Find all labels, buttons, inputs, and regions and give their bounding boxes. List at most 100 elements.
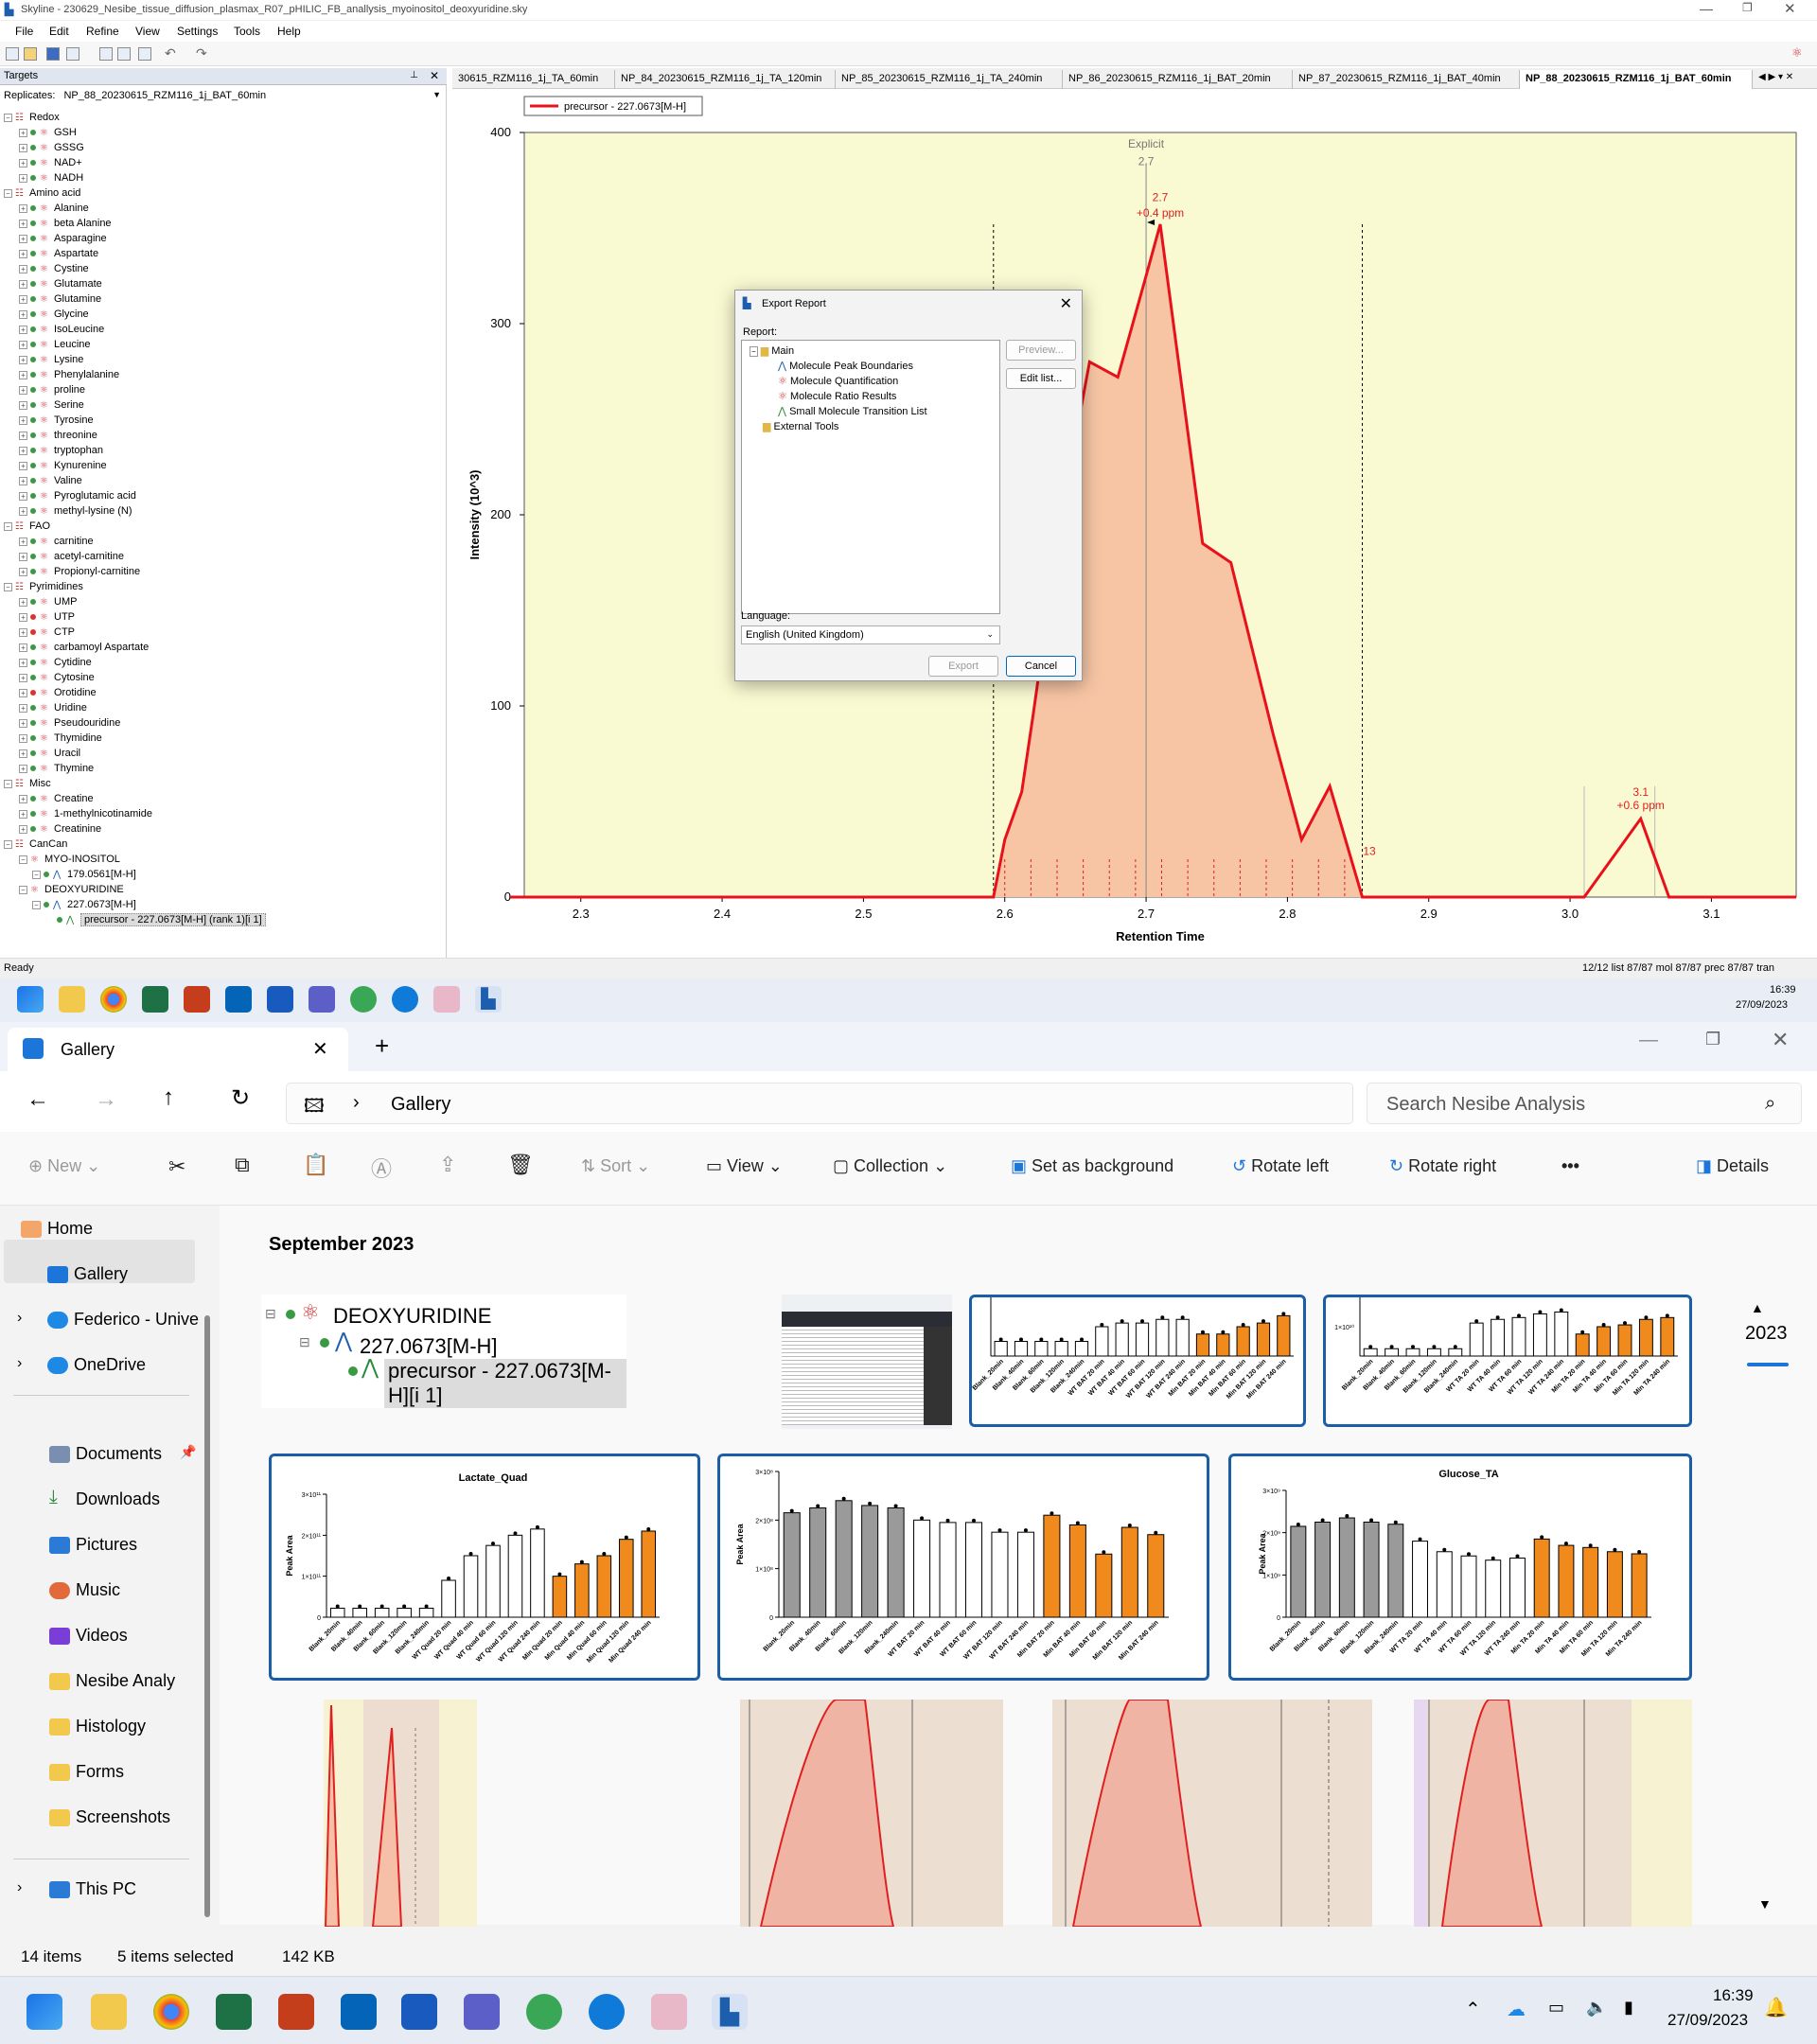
tree-expander-icon[interactable]: + [19,385,27,395]
tree-expander-icon[interactable]: + [19,718,27,728]
menu-help[interactable]: Help [277,25,301,38]
nav-home[interactable]: Home [21,1219,93,1239]
breadcrumb[interactable]: Gallery [391,1094,450,1116]
nav-onedrive[interactable]: OneDrive [47,1355,146,1375]
cut-icon[interactable]: ✂ [168,1154,185,1179]
copy-icon[interactable]: ⧉ [235,1153,250,1177]
tree-expander-icon[interactable]: + [19,400,27,410]
tree-expander-icon[interactable]: − [4,113,12,122]
tree-expander-icon[interactable]: + [19,173,27,183]
tab-replicate-1[interactable]: 30615_RZM116_1j_TA_60min [452,70,615,89]
tree-item[interactable]: − ⋀ 227.0673[M-H] [32,897,136,912]
tree-item[interactable]: + ⚛ proline [19,382,85,397]
tree-expander-icon[interactable]: + [19,431,27,440]
powerpoint-icon[interactable] [184,986,210,1013]
tree-expander-icon[interactable]: + [19,249,27,258]
tree-group[interactable]: − ☷ Amino acid [4,185,80,201]
nav-videos[interactable]: Videos [49,1626,128,1646]
report-item-ratio-results[interactable]: ⚛ Molecule Ratio Results [778,390,896,402]
skyline-taskbar-icon[interactable]: ▙ [712,1994,748,2030]
menu-settings[interactable]: Settings [177,25,218,38]
tree-group[interactable]: − ☷ Misc [4,776,51,791]
tree-expander-icon[interactable]: + [19,128,27,137]
tab-replicate-5[interactable]: NP_87_20230615_RZM116_1j_BAT_40min [1293,70,1520,89]
tree-expander-icon[interactable]: − [4,779,12,788]
address-bar[interactable]: 🖾 › Gallery [286,1083,1353,1124]
tree-item[interactable]: + ⚛ UTP [19,609,75,625]
edge-icon[interactable] [392,986,418,1013]
tree-expander-icon[interactable]: + [19,279,27,289]
tree-expander-icon[interactable]: − [4,188,12,198]
new-tab-button[interactable]: + [375,1031,389,1061]
copy-icon[interactable] [117,47,131,61]
nav-histology[interactable]: Histology [49,1717,146,1736]
tree-expander-icon[interactable]: + [19,415,27,425]
nav-music[interactable]: Music [49,1580,120,1600]
tree-item[interactable]: + ⚛ IsoLeucine [19,322,104,337]
tree-expander-icon[interactable]: + [19,309,27,319]
collection-button[interactable]: ▢ Collection ⌄ [833,1156,947,1176]
tree-item[interactable]: + ⚛ NADH [19,170,83,185]
tab-replicate-6[interactable]: NP_88_20230615_RZM116_1j_BAT_60min [1520,70,1753,89]
refresh-icon[interactable]: ↻ [231,1084,250,1112]
globe-icon[interactable] [526,1994,562,2030]
tree-expander-icon[interactable]: + [19,597,27,607]
snipping-tool-icon[interactable] [651,1994,687,2030]
tree-expander-icon[interactable]: − [32,900,41,909]
rotate-right-button[interactable]: ↻ Rotate right [1389,1156,1496,1176]
tree-expander-icon[interactable]: + [19,325,27,334]
tree-expander-icon[interactable]: − [19,855,27,864]
timeline-down-icon[interactable]: ▼ [1758,1896,1772,1912]
minimize-button[interactable]: — [1700,1,1713,16]
tree-item[interactable]: + ⚛ Aspartate [19,246,98,261]
nav-screenshots[interactable]: Screenshots [49,1807,170,1827]
back-icon[interactable]: ← [26,1086,49,1113]
tree-item[interactable]: + ⚛ carnitine [19,534,94,549]
rename-icon[interactable]: Ⓐ [371,1153,392,1183]
tree-expander-icon[interactable]: − [4,839,12,849]
tree-expander-icon[interactable]: + [19,143,27,152]
gallery-tab[interactable]: Gallery ✕ [8,1028,348,1071]
preview-button[interactable]: Preview... [1006,340,1076,361]
onedrive-tray-icon[interactable]: ☁ [1507,1998,1526,2021]
new-icon[interactable] [6,47,19,61]
cut-icon[interactable] [99,47,113,61]
report-item-quantification[interactable]: ⚛ Molecule Quantification [778,375,898,387]
open-icon[interactable] [24,47,37,61]
taskbar-date[interactable]: 27/09/2023 [1667,2011,1748,2030]
tree-item[interactable]: + ⚛ Glutamine [19,291,101,307]
teams-icon[interactable] [309,986,335,1013]
tree-item[interactable]: + ⚛ UMP [19,594,77,609]
up-icon[interactable]: ↑ [163,1084,174,1111]
chrome-icon[interactable] [100,986,127,1013]
thumb-screenshot[interactable] [782,1295,952,1429]
tab-replicate-2[interactable]: NP_84_20230615_RZM116_1j_TA_120min [615,70,836,89]
thumb-chart-bat[interactable]: Blank_20min Blank_40min Blank_60min Blank_1… [969,1295,1306,1427]
search-icon[interactable]: ⌕ [1765,1093,1775,1115]
redo-icon[interactable]: ↷ [196,45,207,62]
maximize-button[interactable]: ❐ [1742,1,1753,14]
rotate-left-button[interactable]: ↺ Rotate left [1232,1156,1329,1176]
thumb-bat-chart[interactable]: 3×10⁸ 2×10⁸ 1×10⁸ 0 Peak Area Blank_20min Blan… [717,1454,1209,1681]
notification-bell-icon[interactable]: 🔔 [1764,1996,1788,2019]
folder-external-tools[interactable]: ▆ External Tools [763,420,838,432]
tab-replicate-4[interactable]: NP_86_20230615_RZM116_1j_BAT_20min [1063,70,1293,89]
details-button[interactable]: ◨ Details [1696,1156,1769,1176]
nav-this-pc[interactable]: This PC [49,1879,136,1899]
tree-item[interactable]: + ⚛ threonine [19,428,97,443]
tree-expander-icon[interactable]: − [4,582,12,591]
thumb-glucose-ta[interactable]: Glucose_TA 3×10⁹ 2×10⁹ 1×10⁹ 0 Peak Area Blank… [1228,1454,1692,1681]
menu-tools[interactable]: Tools [234,25,260,38]
tree-item[interactable]: + ⚛ Uracil [19,746,80,761]
tree-expander-icon[interactable]: + [19,749,27,758]
word-icon[interactable] [267,986,293,1013]
report-list[interactable]: − ▆ Main ⋀ Molecule Peak Boundaries ⚛ Mo… [741,340,1000,614]
tree-item[interactable]: + ⚛ Serine [19,397,84,413]
tree-item[interactable]: + ⚛ Cytidine [19,655,92,670]
tree-expander-icon[interactable]: + [19,658,27,667]
menu-edit[interactable]: Edit [49,25,69,38]
tree-group[interactable]: − ☷ CanCan [4,837,67,852]
tree-item[interactable]: + ⚛ Phenylalanine [19,367,119,382]
dialog-close-button[interactable]: ✕ [1060,294,1072,313]
tree-expander-icon[interactable]: + [19,203,27,213]
